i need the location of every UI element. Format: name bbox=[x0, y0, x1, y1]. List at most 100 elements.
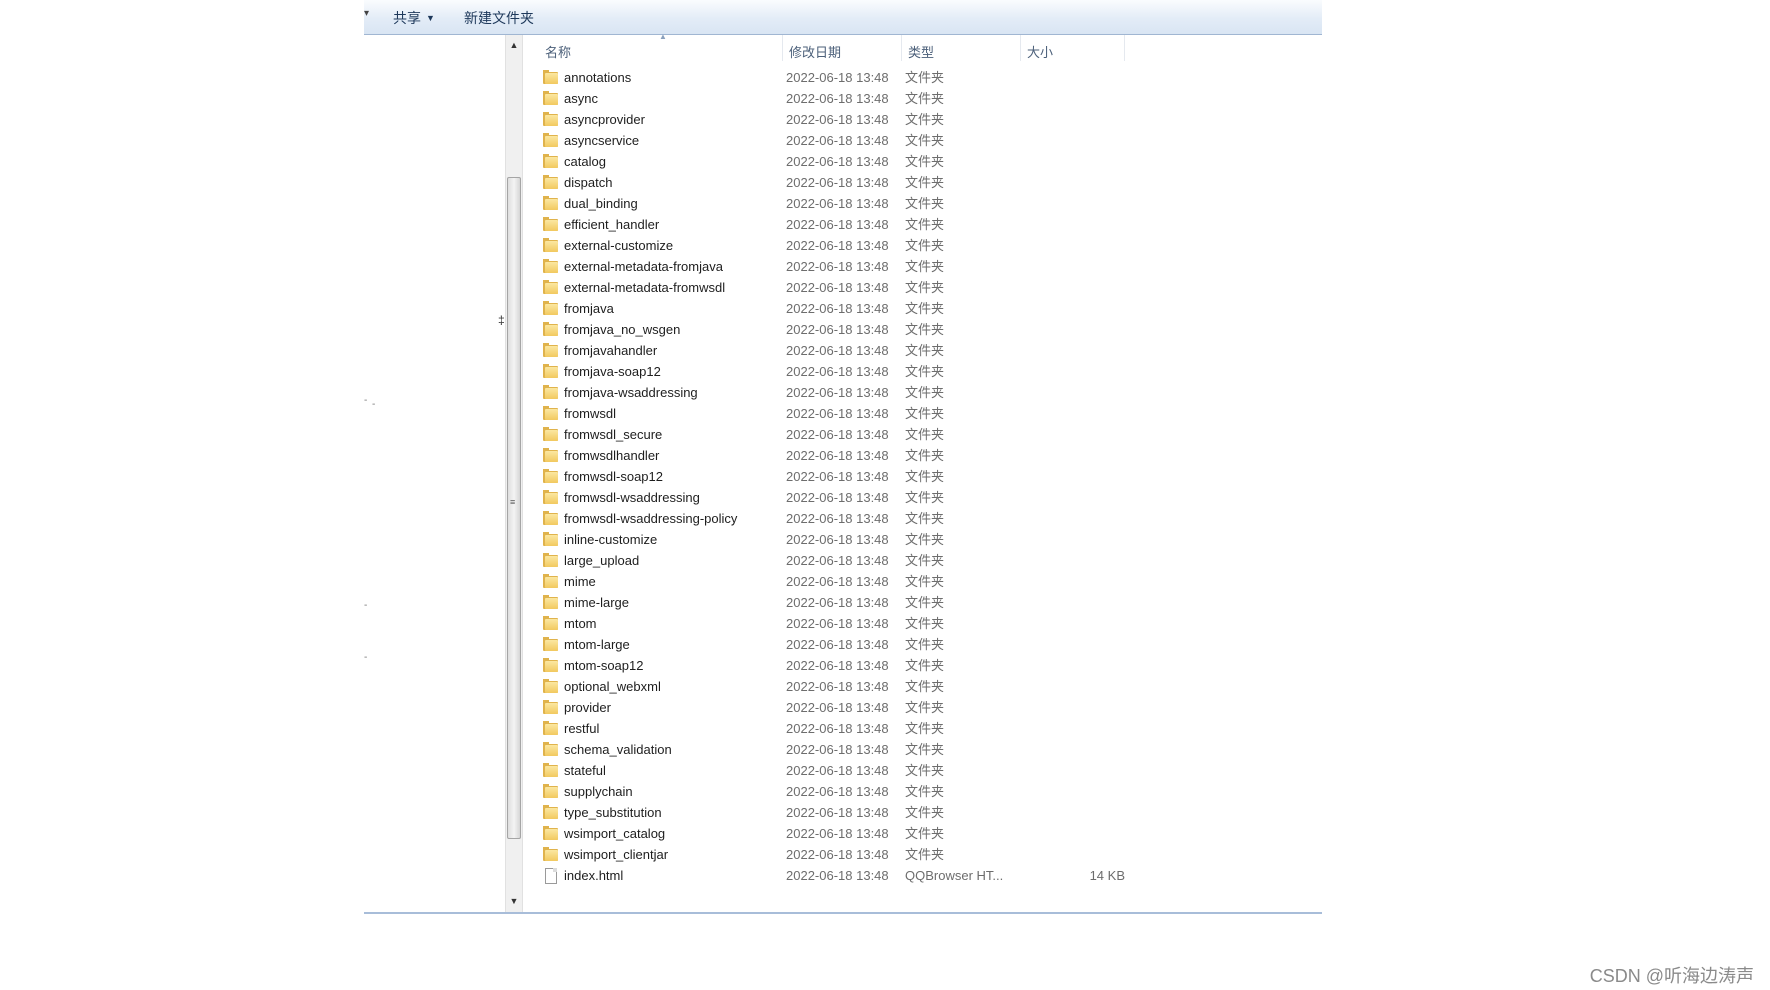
folder-icon bbox=[543, 448, 559, 462]
file-row[interactable]: fromjava-wsaddressing 2022-06-18 13:48 文件夹 bbox=[524, 382, 1322, 403]
share-button[interactable]: 共享 ▼ bbox=[393, 9, 435, 27]
file-name: supplychain bbox=[564, 784, 633, 799]
file-row[interactable]: mtom-soap12 2022-06-18 13:48 文件夹 bbox=[524, 655, 1322, 676]
file-type: 文件夹 bbox=[905, 637, 945, 652]
file-name: external-metadata-fromjava bbox=[564, 259, 723, 274]
file-row[interactable]: fromwsdl_secure 2022-06-18 13:48 文件夹 bbox=[524, 424, 1322, 445]
file-name: dispatch bbox=[564, 175, 613, 190]
file-row[interactable]: dispatch 2022-06-18 13:48 文件夹 bbox=[524, 172, 1322, 193]
nav-tree-mark: - bbox=[364, 652, 368, 663]
folder-icon bbox=[543, 196, 559, 210]
scroll-thumb[interactable] bbox=[507, 177, 521, 839]
file-row[interactable]: efficient_handler 2022-06-18 13:48 文件夹 bbox=[524, 214, 1322, 235]
column-divider[interactable] bbox=[1124, 35, 1125, 61]
file-row[interactable]: restful 2022-06-18 13:48 文件夹 bbox=[524, 718, 1322, 739]
file-modified: 2022-06-18 13:48 bbox=[786, 175, 889, 190]
file-name: fromjava_no_wsgen bbox=[564, 322, 681, 337]
column-divider[interactable] bbox=[782, 35, 783, 61]
file-row[interactable]: fromjava 2022-06-18 13:48 文件夹 bbox=[524, 298, 1322, 319]
file-row[interactable]: inline-customize 2022-06-18 13:48 文件夹 bbox=[524, 529, 1322, 550]
column-header-type[interactable]: 类型 bbox=[908, 42, 934, 61]
file-row[interactable]: mtom 2022-06-18 13:48 文件夹 bbox=[524, 613, 1322, 634]
nav-scrollbar[interactable]: ▲ ≡ ▼ bbox=[505, 35, 523, 912]
file-row[interactable]: fromjava_no_wsgen 2022-06-18 13:48 文件夹 bbox=[524, 319, 1322, 340]
file-row[interactable]: async 2022-06-18 13:48 文件夹 bbox=[524, 88, 1322, 109]
file-row[interactable]: supplychain 2022-06-18 13:48 文件夹 bbox=[524, 781, 1322, 802]
file-type: 文件夹 bbox=[905, 217, 945, 232]
file-type: 文件夹 bbox=[905, 805, 945, 820]
file-row[interactable]: annotations 2022-06-18 13:48 文件夹 bbox=[524, 67, 1322, 88]
file-row[interactable]: catalog 2022-06-18 13:48 文件夹 bbox=[524, 151, 1322, 172]
file-name: external-metadata-fromwsdl bbox=[564, 280, 726, 295]
file-modified: 2022-06-18 13:48 bbox=[786, 763, 889, 778]
file-modified: 2022-06-18 13:48 bbox=[786, 196, 889, 211]
folder-icon bbox=[543, 595, 559, 609]
file-row[interactable]: provider 2022-06-18 13:48 文件夹 bbox=[524, 697, 1322, 718]
file-row[interactable]: fromjavahandler 2022-06-18 13:48 文件夹 bbox=[524, 340, 1322, 361]
column-divider[interactable] bbox=[901, 35, 902, 61]
file-row[interactable]: asyncservice 2022-06-18 13:48 文件夹 bbox=[524, 130, 1322, 151]
file-row[interactable]: fromwsdlhandler 2022-06-18 13:48 文件夹 bbox=[524, 445, 1322, 466]
file-modified: 2022-06-18 13:48 bbox=[786, 280, 889, 295]
file-modified: 2022-06-18 13:48 bbox=[786, 301, 889, 316]
file-row[interactable]: wsimport_clientjar 2022-06-18 13:48 文件夹 bbox=[524, 844, 1322, 865]
file-type: 文件夹 bbox=[905, 301, 945, 316]
file-row[interactable]: fromjava-soap12 2022-06-18 13:48 文件夹 bbox=[524, 361, 1322, 382]
file-type: 文件夹 bbox=[905, 70, 945, 85]
file-row[interactable]: fromwsdl-soap12 2022-06-18 13:48 文件夹 bbox=[524, 466, 1322, 487]
file-modified: 2022-06-18 13:48 bbox=[786, 721, 889, 736]
pane-resize-icon[interactable]: ‡ bbox=[498, 313, 505, 327]
file-modified: 2022-06-18 13:48 bbox=[786, 469, 889, 484]
file-row[interactable]: mime 2022-06-18 13:48 文件夹 bbox=[524, 571, 1322, 592]
command-bar: ▾ 共享 ▼ 新建文件夹 bbox=[364, 0, 1322, 35]
column-divider[interactable] bbox=[1020, 35, 1021, 61]
folder-icon bbox=[543, 805, 559, 819]
file-type: 文件夹 bbox=[905, 511, 945, 526]
file-name: fromjavahandler bbox=[564, 343, 658, 358]
file-row[interactable]: large_upload 2022-06-18 13:48 文件夹 bbox=[524, 550, 1322, 571]
file-row[interactable]: type_substitution 2022-06-18 13:48 文件夹 bbox=[524, 802, 1322, 823]
file-row[interactable]: index.html 2022-06-18 13:48 QQBrowser HT..… bbox=[524, 865, 1322, 886]
file-modified: 2022-06-18 13:48 bbox=[786, 70, 889, 85]
file-modified: 2022-06-18 13:48 bbox=[786, 385, 889, 400]
scroll-up-icon[interactable]: ▲ bbox=[506, 37, 522, 53]
file-type: 文件夹 bbox=[905, 553, 945, 568]
file-row[interactable]: asyncprovider 2022-06-18 13:48 文件夹 bbox=[524, 109, 1322, 130]
scroll-down-icon[interactable]: ▼ bbox=[506, 893, 522, 909]
file-type: 文件夹 bbox=[905, 679, 945, 694]
file-name: wsimport_catalog bbox=[564, 826, 666, 841]
folder-icon bbox=[543, 763, 559, 777]
file-list[interactable]: ▲ 名称 修改日期 类型 大小 annotations 2022-06-18 13… bbox=[524, 32, 1322, 912]
file-row[interactable]: dual_binding 2022-06-18 13:48 文件夹 bbox=[524, 193, 1322, 214]
file-type: 文件夹 bbox=[905, 826, 945, 841]
column-header-size[interactable]: 大小 bbox=[1027, 42, 1053, 61]
folder-icon bbox=[543, 658, 559, 672]
file-row[interactable]: external-metadata-fromwsdl 2022-06-18 13:… bbox=[524, 277, 1322, 298]
share-label: 共享 bbox=[393, 10, 421, 26]
file-row[interactable]: mime-large 2022-06-18 13:48 文件夹 bbox=[524, 592, 1322, 613]
column-header-modified[interactable]: 修改日期 bbox=[789, 42, 841, 61]
file-modified: 2022-06-18 13:48 bbox=[786, 217, 889, 232]
file-row[interactable]: optional_webxml 2022-06-18 13:48 文件夹 bbox=[524, 676, 1322, 697]
column-header-name[interactable]: 名称 bbox=[545, 42, 571, 61]
scroll-grip-icon: ≡ bbox=[510, 497, 516, 507]
file-row[interactable]: mtom-large 2022-06-18 13:48 文件夹 bbox=[524, 634, 1322, 655]
file-row[interactable]: external-metadata-fromjava 2022-06-18 13:… bbox=[524, 256, 1322, 277]
folder-icon bbox=[543, 301, 559, 315]
folder-icon bbox=[543, 133, 559, 147]
file-row[interactable]: wsimport_catalog 2022-06-18 13:48 文件夹 bbox=[524, 823, 1322, 844]
folder-icon bbox=[543, 175, 559, 189]
file-name: annotations bbox=[564, 70, 632, 85]
file-name: fromwsdl_secure bbox=[564, 427, 663, 442]
navigation-pane[interactable]: - - - - bbox=[364, 35, 505, 912]
file-row[interactable]: stateful 2022-06-18 13:48 文件夹 bbox=[524, 760, 1322, 781]
file-row[interactable]: fromwsdl-wsaddressing 2022-06-18 13:48 文件夹 bbox=[524, 487, 1322, 508]
file-modified: 2022-06-18 13:48 bbox=[786, 700, 889, 715]
file-row[interactable]: schema_validation 2022-06-18 13:48 文件夹 bbox=[524, 739, 1322, 760]
new-folder-button[interactable]: 新建文件夹 bbox=[464, 9, 534, 27]
file-row[interactable]: external-customize 2022-06-18 13:48 文件夹 bbox=[524, 235, 1322, 256]
file-row[interactable]: fromwsdl-wsaddressing-policy 2022-06-18 1… bbox=[524, 508, 1322, 529]
file-row[interactable]: fromwsdl 2022-06-18 13:48 文件夹 bbox=[524, 403, 1322, 424]
file-modified: 2022-06-18 13:48 bbox=[786, 427, 889, 442]
file-modified: 2022-06-18 13:48 bbox=[786, 616, 889, 631]
